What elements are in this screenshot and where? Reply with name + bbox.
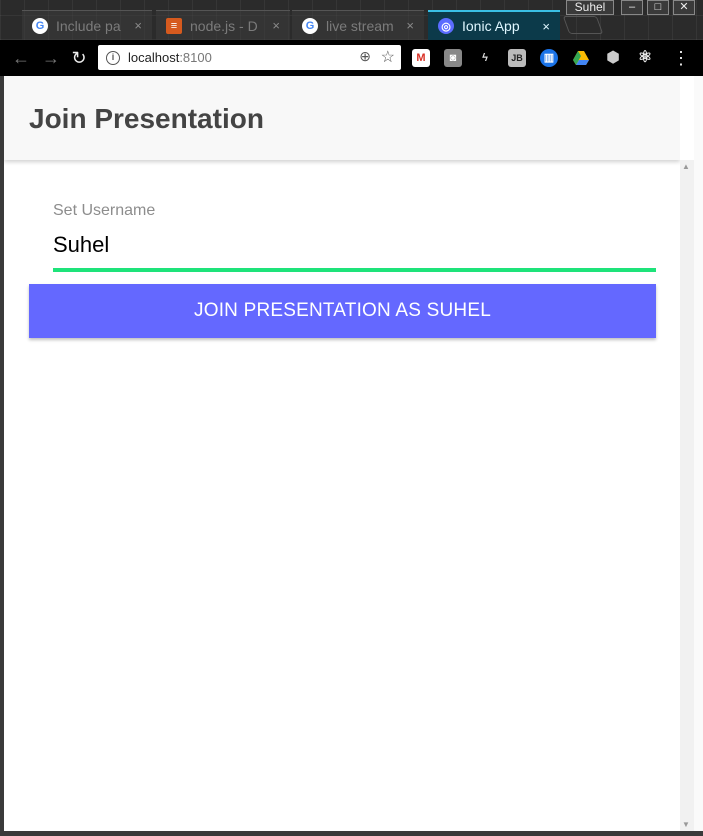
browser-toolbar: ← → ↻ i localhost:8100 ⊕ ☆ M ◙ ϟ JB ▥ ⬢ … bbox=[0, 40, 703, 76]
bookmark-star-icon[interactable]: ☆ bbox=[381, 47, 395, 67]
tab-nodejs[interactable]: ≡ node.js - D × bbox=[156, 10, 290, 40]
minimize-icon[interactable]: – bbox=[621, 0, 643, 15]
tab-include[interactable]: G Include pa × bbox=[22, 10, 152, 40]
url-host: localhost bbox=[128, 50, 180, 65]
info-icon[interactable]: i bbox=[106, 50, 120, 65]
profile-button[interactable]: Suhel bbox=[566, 0, 614, 15]
google-icon: G bbox=[302, 17, 318, 34]
tab-ionic-app[interactable]: ◎ Ionic App × bbox=[428, 10, 560, 40]
join-presentation-button[interactable]: JOIN PRESENTATION AS SUHEL bbox=[29, 284, 656, 338]
menu-icon[interactable]: ⋮ bbox=[672, 48, 690, 68]
ionic-icon: ◎ bbox=[438, 18, 454, 34]
close-icon[interactable]: × bbox=[134, 18, 142, 33]
window-border bbox=[0, 831, 703, 836]
tab-title: Include pa bbox=[56, 17, 121, 34]
scroll-down-icon[interactable]: ▼ bbox=[682, 820, 690, 829]
username-input[interactable] bbox=[53, 231, 656, 259]
reload-icon[interactable]: ↻ bbox=[68, 47, 90, 69]
tab-title: node.js - D bbox=[190, 17, 258, 34]
address-bar[interactable]: i localhost:8100 ⊕ ☆ bbox=[98, 45, 401, 70]
zoom-icon[interactable]: ⊕ bbox=[359, 48, 371, 65]
tab-strip: G Include pa × ≡ node.js - D × G live st… bbox=[0, 0, 703, 40]
react-icon[interactable]: ⚛ bbox=[636, 49, 654, 67]
background-window bbox=[694, 76, 703, 836]
new-tab-button[interactable] bbox=[562, 16, 604, 34]
back-icon[interactable]: ← bbox=[10, 47, 32, 69]
url-text: localhost:8100 bbox=[128, 50, 212, 65]
tab-live-stream[interactable]: G live stream × bbox=[292, 10, 424, 40]
scrollbar[interactable]: ▲ ▼ bbox=[680, 160, 694, 831]
close-icon[interactable]: × bbox=[406, 18, 414, 33]
gmail-icon[interactable]: M bbox=[412, 49, 430, 67]
camera-icon[interactable]: ◙ bbox=[444, 49, 462, 67]
google-icon: G bbox=[32, 17, 48, 34]
jb-icon[interactable]: JB bbox=[508, 49, 526, 67]
page-viewport: Join Presentation Set Username JOIN PRES… bbox=[4, 76, 680, 831]
username-field: Set Username bbox=[53, 202, 656, 272]
lightning-icon[interactable]: ϟ bbox=[476, 49, 494, 67]
tab-title: live stream bbox=[326, 17, 394, 34]
stackoverflow-icon: ≡ bbox=[166, 17, 182, 34]
browser-window: G Include pa × ≡ node.js - D × G live st… bbox=[0, 0, 703, 836]
maximize-icon[interactable]: □ bbox=[647, 0, 669, 15]
bank-icon[interactable]: ▥ bbox=[540, 49, 558, 67]
url-port: :8100 bbox=[179, 50, 212, 65]
close-icon[interactable]: × bbox=[272, 18, 280, 33]
app-header: Join Presentation bbox=[4, 76, 680, 160]
drive-icon[interactable] bbox=[572, 49, 590, 67]
cube-icon[interactable]: ⬢ bbox=[604, 49, 622, 67]
forward-icon[interactable]: → bbox=[40, 47, 62, 69]
close-icon[interactable]: × bbox=[542, 19, 550, 34]
page-title: Join Presentation bbox=[29, 103, 264, 134]
window-close-icon[interactable]: ✕ bbox=[673, 0, 695, 15]
input-underline bbox=[53, 268, 656, 272]
scroll-up-icon[interactable]: ▲ bbox=[682, 162, 690, 171]
tab-title: Ionic App bbox=[462, 18, 520, 34]
username-label: Set Username bbox=[53, 202, 156, 219]
